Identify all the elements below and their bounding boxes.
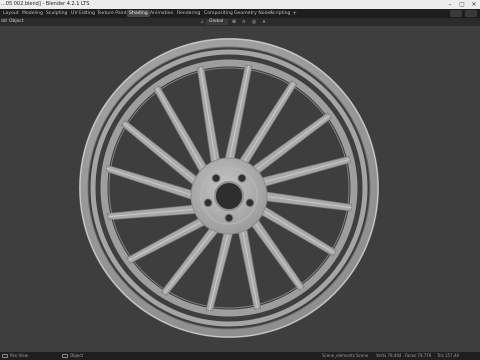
tab-scripting[interactable]: Scripting bbox=[268, 10, 292, 17]
object-menu[interactable]: Object bbox=[9, 18, 24, 26]
transform-orientation-label: Global bbox=[209, 19, 224, 24]
pivot-icon[interactable]: ⊕ bbox=[231, 19, 237, 25]
snap-icon[interactable]: ∩ bbox=[241, 19, 247, 25]
workspace-bar: Layout Modeling Sculpting UV Editing Tex… bbox=[0, 9, 480, 18]
status-verts: Verts 79,444 bbox=[376, 353, 402, 358]
3d-viewport[interactable] bbox=[0, 26, 480, 352]
scene-selector-button[interactable] bbox=[450, 10, 462, 17]
tab-layout[interactable]: Layout bbox=[1, 10, 21, 17]
minimize-button[interactable]: – bbox=[445, 0, 455, 9]
tab-texture-paint[interactable]: Texture Paint bbox=[95, 10, 129, 17]
tab-rendering[interactable]: Rendering bbox=[175, 10, 202, 17]
window-title: ...05 002.blend] - Blender 4.2.1 LTS bbox=[1, 1, 90, 7]
window-titlebar: ...05 002.blend] - Blender 4.2.1 LTS – ▢… bbox=[0, 0, 480, 9]
status-collection: Scene_elements bbox=[322, 353, 355, 358]
lug-hole bbox=[224, 213, 234, 223]
status-tris: Tris 157,44 bbox=[437, 353, 459, 358]
mouse-icon bbox=[62, 354, 68, 358]
status-scene: Scene bbox=[356, 353, 369, 358]
maximize-button[interactable]: ▢ bbox=[457, 0, 467, 9]
center-bore bbox=[214, 181, 244, 211]
lug-hole bbox=[237, 173, 247, 183]
status-bar: Pan View Object Scene_elements Scene Ver… bbox=[0, 352, 480, 360]
tab-compositing[interactable]: Compositing bbox=[202, 10, 235, 17]
tab-shading[interactable]: Shading bbox=[127, 10, 150, 17]
tab-sculpting[interactable]: Sculpting bbox=[44, 10, 69, 17]
proportional-icon[interactable]: ◎ bbox=[251, 19, 257, 25]
lug-hole bbox=[203, 198, 213, 208]
tab-animation[interactable]: Animation bbox=[148, 10, 175, 17]
proportional-falloff-icon[interactable]: ∧ bbox=[261, 19, 267, 25]
view-layer-button[interactable] bbox=[465, 10, 477, 17]
status-hint-pan: Pan View bbox=[10, 353, 28, 358]
header-menu-label[interactable]: dd bbox=[1, 18, 7, 26]
tab-modeling[interactable]: Modeling bbox=[20, 10, 45, 17]
add-workspace-button[interactable]: + bbox=[292, 10, 297, 17]
status-faces: Faces 79,776 bbox=[405, 353, 432, 358]
orientation-icon[interactable]: ⊥ bbox=[199, 19, 205, 25]
lug-hole bbox=[245, 198, 255, 208]
mouse-icon bbox=[2, 354, 8, 358]
close-button[interactable]: ✕ bbox=[469, 0, 479, 9]
wheel-render bbox=[79, 38, 379, 338]
tab-uv-editing[interactable]: UV Editing bbox=[69, 10, 97, 17]
viewport-header: dd Object ⊥ Global ⊕ ∩ ◎ ∧ bbox=[0, 18, 480, 26]
lug-hole bbox=[211, 173, 221, 183]
status-hint-object: Object bbox=[70, 353, 84, 358]
